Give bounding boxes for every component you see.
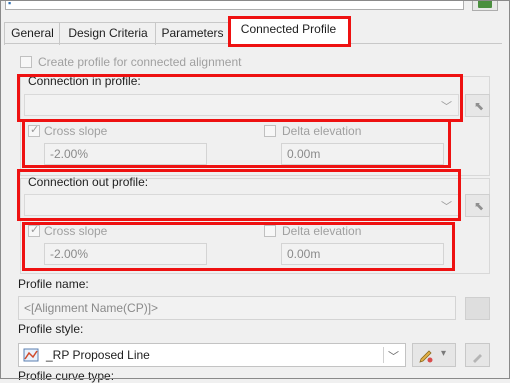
chevron-down-icon: ﹀ (441, 201, 452, 213)
style-tool-button[interactable] (465, 343, 490, 367)
pick-arrow-icon: ⬉ (474, 99, 485, 113)
document-icon: ▪ (8, 0, 12, 8)
top-action-button[interactable] (472, 0, 498, 11)
in-cross-slope-checkbox[interactable] (28, 123, 40, 137)
tab-general[interactable]: General (4, 22, 61, 45)
connection-out-combo[interactable]: ﹀ (24, 194, 459, 216)
profile-curve-type-label: Profile curve type: (18, 369, 115, 383)
in-delta-elevation-field[interactable]: 0.00m (281, 143, 444, 165)
profile-name-label: Profile name: (18, 277, 89, 291)
edit-style-button[interactable]: ▾ (412, 343, 456, 367)
out-cross-slope-field[interactable]: -2.00% (44, 243, 207, 265)
chevron-down-icon: ﹀ (441, 101, 452, 113)
in-delta-elevation-checkbox[interactable] (264, 125, 276, 137)
out-delta-elevation-field[interactable]: 0.00m (281, 243, 444, 265)
profile-name-field[interactable]: <[Alignment Name(CP)]> (18, 296, 456, 320)
profile-style-label: Profile style: (18, 322, 84, 336)
pick-in-profile-button[interactable]: ⬉ (465, 94, 490, 117)
create-profile-label: Create profile for connected alignment (38, 55, 242, 69)
tool-icon (478, 0, 492, 8)
tab-design-criteria[interactable]: Design Criteria (59, 22, 157, 45)
tab-parameters[interactable]: Parameters (155, 22, 230, 45)
out-delta-elevation-checkbox[interactable] (264, 225, 276, 237)
top-name-field[interactable] (5, 0, 464, 10)
create-profile-checkbox[interactable] (20, 56, 32, 68)
in-cross-slope-label: Cross slope (44, 124, 108, 138)
chevron-down-icon: ﹀ (388, 351, 399, 363)
connection-in-label: Connection in profile: (28, 74, 141, 88)
pick-out-profile-button[interactable]: ⬉ (465, 194, 490, 217)
in-delta-elevation-label: Delta elevation (282, 124, 362, 138)
profile-style-value: _RP Proposed Line (46, 348, 150, 362)
pick-arrow-icon: ⬉ (474, 199, 485, 213)
out-delta-elevation-label: Delta elevation (282, 224, 362, 238)
tab-connected-profile[interactable]: Connected Profile (228, 16, 349, 45)
profile-style-icon (23, 348, 39, 362)
profile-style-combo[interactable]: _RP Proposed Line ﹀ (18, 343, 406, 367)
out-cross-slope-label: Cross slope (44, 224, 108, 238)
profile-name-button[interactable] (465, 297, 490, 320)
style-tool-icon (473, 354, 482, 363)
connection-out-label: Connection out profile: (28, 175, 149, 189)
edit-style-icon (419, 350, 433, 363)
combo-divider (383, 347, 384, 363)
in-cross-slope-field[interactable]: -2.00% (44, 143, 207, 165)
connection-in-combo[interactable]: ﹀ (24, 94, 459, 116)
chevron-down-icon: ▾ (441, 348, 447, 359)
out-cross-slope-checkbox[interactable] (28, 223, 40, 237)
